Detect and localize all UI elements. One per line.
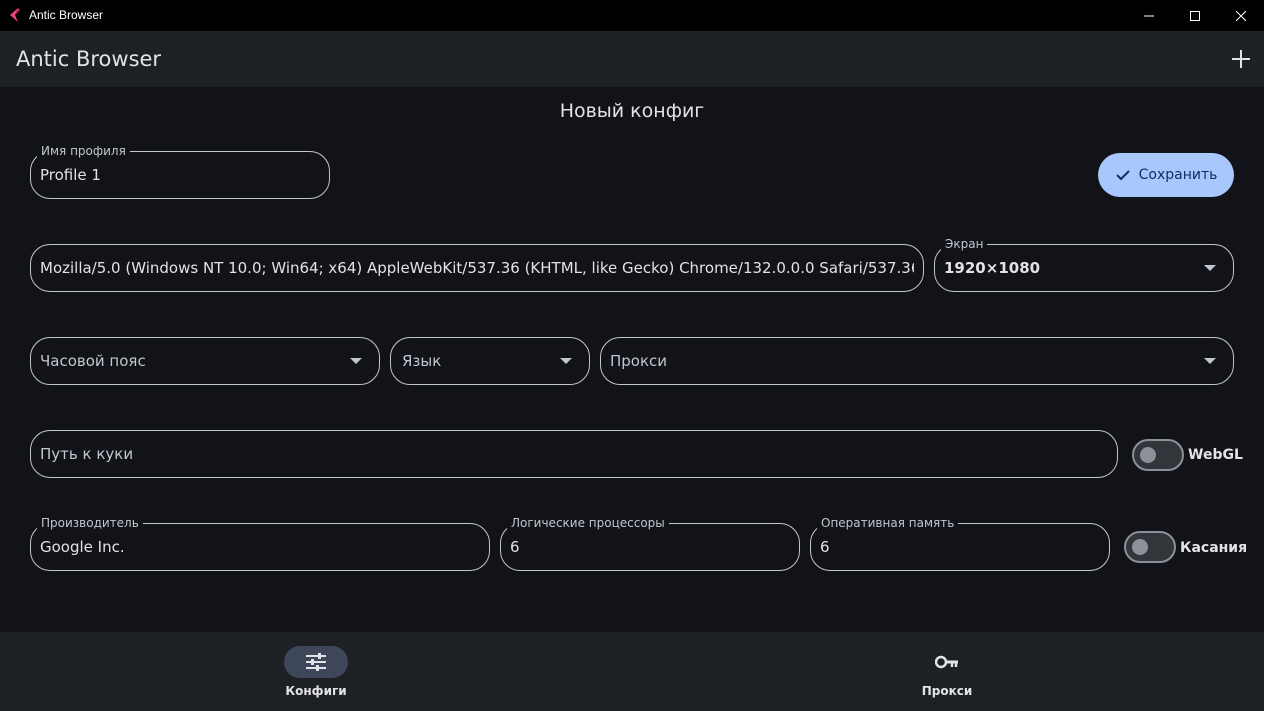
profile-name-value: Profile 1 bbox=[40, 166, 101, 184]
check-icon bbox=[1115, 170, 1130, 181]
nav-indicator bbox=[284, 646, 348, 678]
timezone-placeholder: Часовой пояс bbox=[40, 352, 146, 370]
toggle-knob bbox=[1140, 447, 1156, 463]
profile-name-field[interactable]: Имя профиля Profile 1 bbox=[30, 143, 330, 199]
maximize-button[interactable] bbox=[1172, 0, 1218, 31]
proxy-dropdown[interactable]: Прокси bbox=[600, 337, 1234, 385]
nav-indicator bbox=[915, 646, 979, 678]
chevron-down-icon bbox=[1204, 265, 1216, 271]
webgl-label: WebGL bbox=[1188, 447, 1243, 463]
vendor-value: Google Inc. bbox=[40, 538, 125, 556]
memory-label: Оперативная память bbox=[817, 515, 959, 531]
nav-item-proxies[interactable]: Прокси bbox=[867, 632, 1027, 711]
maximize-icon bbox=[1190, 10, 1200, 21]
window-titlebar: Antic Browser bbox=[0, 0, 1264, 31]
webgl-toggle[interactable] bbox=[1132, 439, 1184, 471]
save-button[interactable]: Сохранить bbox=[1098, 153, 1234, 197]
user-agent-field[interactable]: Mozilla/5.0 (Windows NT 10.0; Win64; x64… bbox=[30, 244, 924, 292]
screen-label: Экран bbox=[941, 236, 988, 252]
close-button[interactable] bbox=[1218, 0, 1264, 31]
save-button-label: Сохранить bbox=[1138, 167, 1218, 183]
language-placeholder: Язык bbox=[402, 352, 442, 370]
vendor-label: Производитель bbox=[37, 515, 143, 531]
screen-value: 1920×1080 bbox=[944, 259, 1041, 277]
vendor-field[interactable]: Производитель Google Inc. bbox=[30, 515, 490, 571]
close-icon bbox=[1236, 10, 1246, 21]
timezone-dropdown[interactable]: Часовой пояс bbox=[30, 337, 380, 385]
nav-item-configs[interactable]: Конфиги bbox=[236, 632, 396, 711]
window-title: Antic Browser bbox=[29, 8, 104, 22]
chevron-down-icon bbox=[350, 358, 362, 364]
plus-icon[interactable] bbox=[1228, 46, 1254, 72]
user-agent-value: Mozilla/5.0 (Windows NT 10.0; Win64; x64… bbox=[40, 259, 914, 277]
chevron-down-icon bbox=[1204, 358, 1216, 364]
minimize-button[interactable] bbox=[1126, 0, 1172, 31]
form-title: Новый конфиг bbox=[559, 100, 705, 122]
nav-label-configs: Конфиги bbox=[285, 684, 347, 698]
touch-toggle[interactable] bbox=[1124, 531, 1176, 563]
memory-field[interactable]: Оперативная память 6 bbox=[810, 515, 1110, 571]
app-title: Antic Browser bbox=[16, 47, 162, 71]
cpu-field[interactable]: Логические процессоры 6 bbox=[500, 515, 800, 571]
cpu-value: 6 bbox=[510, 538, 520, 556]
key-icon bbox=[935, 655, 958, 669]
profile-name-label: Имя профиля bbox=[37, 143, 130, 159]
cookies-path-placeholder: Путь к куки bbox=[40, 445, 134, 463]
toggle-knob bbox=[1132, 539, 1148, 555]
language-dropdown[interactable]: Язык bbox=[390, 337, 590, 385]
touch-label: Касания bbox=[1180, 540, 1248, 556]
cpu-label: Логические процессоры bbox=[507, 515, 669, 531]
minimize-icon bbox=[1144, 15, 1154, 16]
app-logo-icon bbox=[10, 8, 20, 22]
app-bar: Antic Browser bbox=[0, 31, 1264, 87]
bottom-navigation: Конфиги Прокси bbox=[0, 632, 1264, 711]
proxy-placeholder: Прокси bbox=[610, 352, 668, 370]
nav-label-proxies: Прокси bbox=[921, 684, 973, 698]
memory-value: 6 bbox=[820, 538, 830, 556]
chevron-down-icon bbox=[560, 358, 572, 364]
screen-dropdown[interactable]: Экран 1920×1080 bbox=[934, 236, 1234, 292]
sliders-icon bbox=[306, 653, 326, 671]
cookies-path-field[interactable]: Путь к куки bbox=[30, 430, 1118, 478]
